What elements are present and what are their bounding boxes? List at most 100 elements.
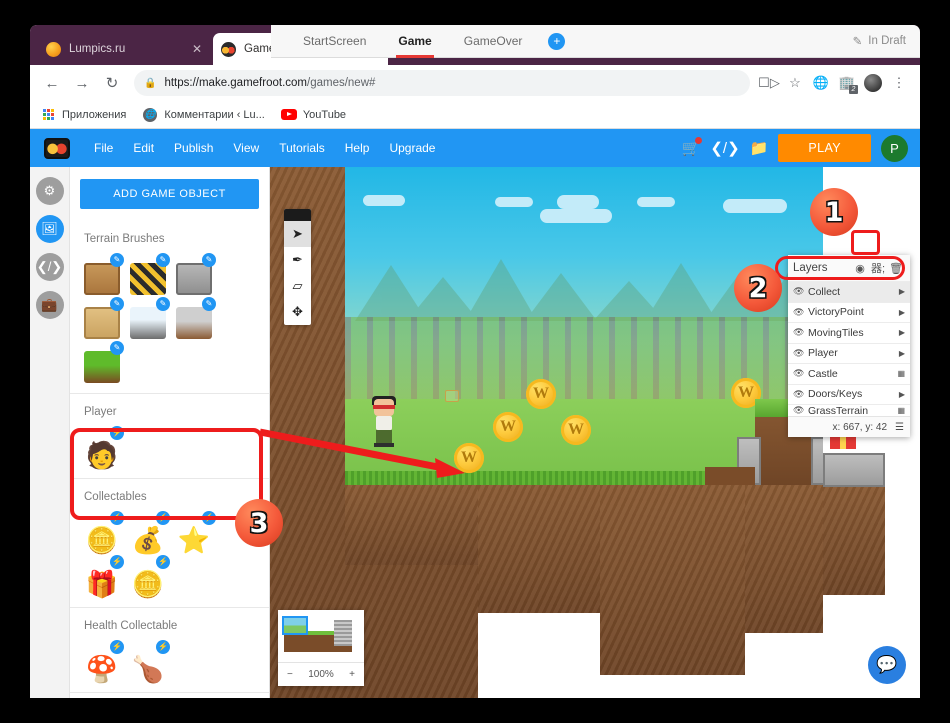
code-icon[interactable]: ❮/❯ (35, 253, 64, 281)
minimap-panel[interactable]: − 100% + (278, 610, 364, 686)
ice-brush[interactable]: ✎ (128, 297, 170, 339)
tab-game[interactable]: Game (382, 25, 447, 58)
eye-icon[interactable]: 👁 (793, 307, 808, 318)
drumstick-health[interactable]: 🍗 ⚡ (128, 640, 170, 682)
add-scene-button[interactable]: + (548, 32, 566, 50)
tab-startscreen[interactable]: StartScreen (287, 25, 382, 58)
mushroom-health[interactable]: 🍄 ⚡ (82, 640, 124, 682)
zoom-level-label: 100% (308, 669, 334, 680)
menu-view[interactable]: View (223, 141, 269, 155)
resize-handle-icon[interactable]: ☰ (895, 422, 904, 433)
back-button[interactable]: ← (38, 69, 66, 97)
chevron-right-icon[interactable]: ▶ (899, 390, 905, 399)
move-tool[interactable]: ✥ (284, 299, 311, 325)
chevron-right-icon[interactable]: ▶ (899, 308, 905, 317)
sand-brush[interactable]: ✎ (82, 297, 124, 339)
brush-tool[interactable]: ✒ (284, 247, 311, 273)
spawn-marker[interactable] (445, 390, 459, 402)
extension-red-icon[interactable]: 🏢 2 (834, 70, 860, 96)
code-icon[interactable]: ❮/❯ (710, 139, 739, 157)
user-avatar[interactable]: P (881, 134, 908, 162)
menu-file[interactable]: File (84, 141, 123, 155)
chevron-right-icon[interactable]: ▶ (899, 328, 905, 337)
grass-brush[interactable]: ✎ (82, 341, 124, 383)
minimap-view[interactable] (278, 610, 364, 662)
translate-icon[interactable]: ☐▷ (756, 70, 782, 96)
bookmark-youtube[interactable]: YouTube (280, 107, 347, 123)
media-case-icon[interactable]: 💼 (35, 291, 64, 319)
wood-brush[interactable]: ✎ (82, 253, 124, 295)
pencil-icon[interactable]: ✎ (110, 341, 124, 355)
pencil-icon[interactable]: ✎ (202, 253, 216, 267)
add-game-object-button[interactable]: ADD GAME OBJECT (80, 179, 259, 209)
lightning-icon[interactable]: ⚡ (110, 555, 124, 569)
menu-edit[interactable]: Edit (123, 141, 164, 155)
minimap-viewport-box[interactable] (282, 616, 308, 635)
rock-brush[interactable]: ✎ (174, 297, 216, 339)
chat-bubble-icon[interactable]: 💬 (868, 646, 906, 684)
lightning-icon[interactable]: ⚡ (156, 640, 170, 654)
pencil-icon[interactable]: ✎ (110, 297, 124, 311)
coin-sprite[interactable]: W (561, 415, 591, 445)
eye-icon[interactable]: 👁 (793, 389, 808, 400)
terrain-block (600, 485, 745, 675)
gold-coin-collectable[interactable]: 🪙 ⚡ (128, 555, 170, 597)
coin-sprite[interactable]: W (493, 412, 523, 442)
chevron-right-icon[interactable]: ▶ (899, 287, 905, 296)
eye-icon[interactable]: 👁 (793, 368, 808, 379)
pencil-icon[interactable]: ✎ (202, 297, 216, 311)
pencil-icon[interactable]: ✎ (156, 253, 170, 267)
select-tool[interactable]: ➤ (284, 221, 311, 247)
grid-icon[interactable]: ▦ (897, 406, 905, 415)
menu-tutorials[interactable]: Tutorials (269, 141, 335, 155)
gamefroot-logo[interactable] (44, 137, 70, 159)
menu-upgrade[interactable]: Upgrade (379, 141, 445, 155)
lightning-icon[interactable]: ⚡ (156, 555, 170, 569)
tile-grid: 🍄 ⚡ 🍗 ⚡ (82, 640, 257, 682)
pencil-icon[interactable]: ✎ (156, 297, 170, 311)
eye-icon[interactable]: 👁 (793, 348, 808, 359)
grid-icon[interactable]: ▦ (897, 369, 905, 378)
reload-button[interactable]: ↻ (98, 69, 126, 97)
eraser-tool[interactable]: ▱ (284, 273, 311, 299)
hazard-brush[interactable]: ✎ (128, 253, 170, 295)
bookmark-apps[interactable]: Приложения (40, 107, 126, 123)
chevron-right-icon[interactable]: ▶ (899, 349, 905, 358)
layer-row-grassterrain[interactable]: 👁 GrassTerrain ▦ (788, 404, 910, 416)
image-icon[interactable]: 🖼 (35, 215, 64, 243)
layer-row-player[interactable]: 👁 Player ▶ (788, 342, 910, 363)
zoom-in-button[interactable]: + (349, 669, 355, 680)
profile-avatar-icon[interactable] (860, 70, 886, 96)
eye-icon[interactable]: 👁 (793, 405, 808, 416)
address-bar[interactable]: 🔒 https://make.gamefroot.com/games/new# (134, 70, 750, 96)
gift-collectable[interactable]: 🎁 ⚡ (82, 555, 124, 597)
tab-gameover[interactable]: GameOver (448, 25, 539, 58)
coin-sprite[interactable]: W (526, 379, 556, 409)
layer-row-castle[interactable]: 👁 Castle ▦ (788, 363, 910, 384)
bookmark-star-icon[interactable]: ☆ (782, 70, 808, 96)
bookmark-comments[interactable]: 🌐 Комментарии ‹ Lu... (142, 107, 265, 123)
store-basket-icon[interactable]: 🛒 (682, 137, 703, 157)
layer-row-movingtiles[interactable]: 👁 MovingTiles ▶ (788, 322, 910, 343)
browser-tab-lumpics[interactable]: Lumpics.ru ✕ (38, 33, 213, 65)
pencil-icon[interactable]: ✎ (110, 253, 124, 267)
layer-row-collect[interactable]: 👁 Collect ▶ (788, 281, 910, 302)
chrome-menu-icon[interactable]: ⋮ (886, 70, 912, 96)
menu-publish[interactable]: Publish (164, 141, 223, 155)
layer-row-victorypoint[interactable]: 👁 VictoryPoint ▶ (788, 301, 910, 322)
menu-help[interactable]: Help (335, 141, 380, 155)
bookmark-label: YouTube (302, 108, 347, 121)
zoom-out-button[interactable]: − (287, 669, 293, 680)
gear-icon[interactable]: ⚙ (35, 177, 64, 205)
assets-folder-icon[interactable]: 📁 (750, 139, 769, 157)
play-button[interactable]: PLAY (778, 134, 871, 162)
layer-row-doors-keys[interactable]: 👁 Doors/Keys ▶ (788, 383, 910, 404)
forward-button[interactable]: → (68, 69, 96, 97)
extension-globe-icon[interactable]: 🌐 (808, 70, 834, 96)
close-icon[interactable]: ✕ (189, 42, 205, 56)
eye-icon[interactable]: 👁 (793, 327, 808, 338)
stone-brush[interactable]: ✎ (174, 253, 216, 295)
cursor-coordinates: x: 667, y: 42 (832, 421, 888, 433)
eye-icon[interactable]: 👁 (793, 286, 808, 297)
lightning-icon[interactable]: ⚡ (110, 640, 124, 654)
